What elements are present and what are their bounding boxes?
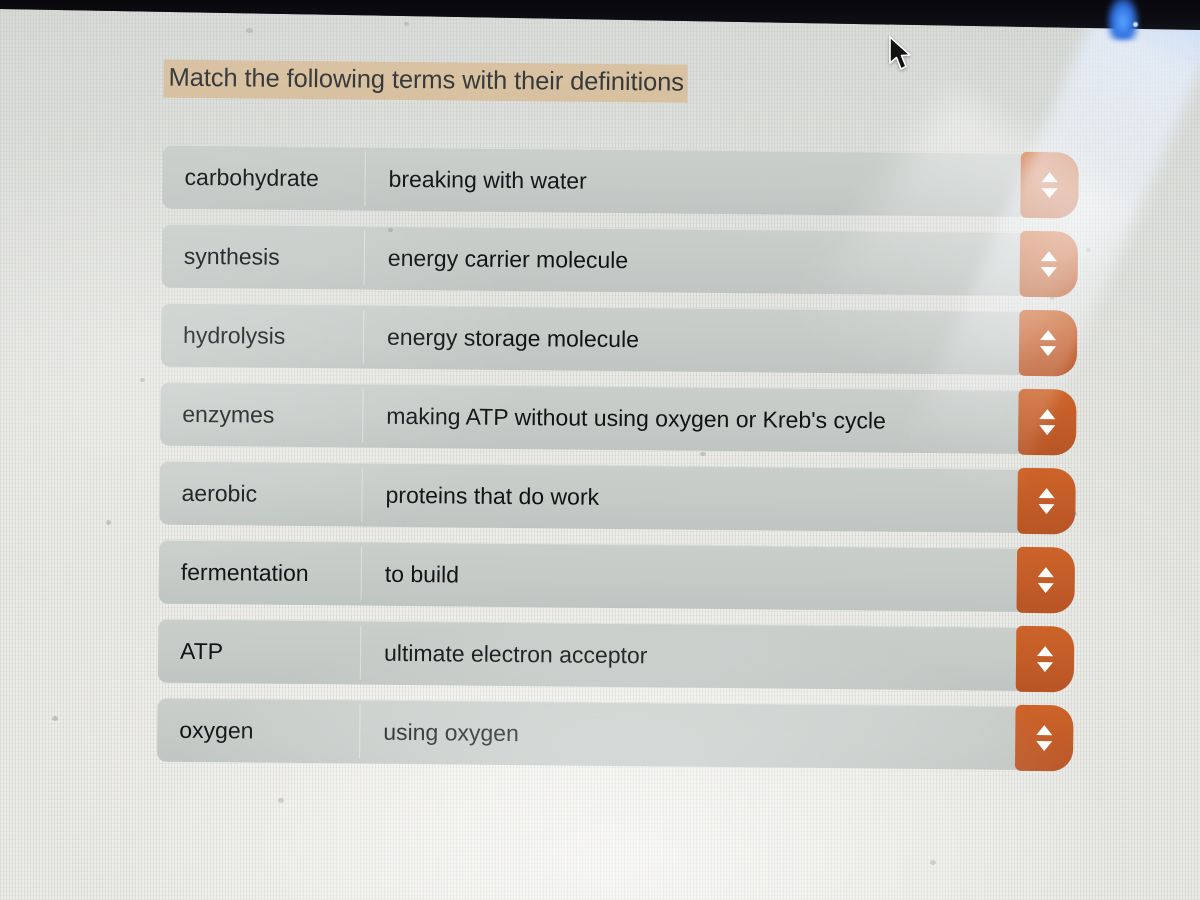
column-divider <box>360 546 363 601</box>
up-down-arrow-icon <box>1037 646 1054 673</box>
column-divider <box>362 388 364 443</box>
definition-label: breaking with water <box>388 165 587 194</box>
answer-select-spinner[interactable] <box>1017 388 1077 456</box>
term-label: fermentation <box>180 558 309 587</box>
term-label: enzymes <box>182 400 275 428</box>
column-divider <box>364 151 366 206</box>
term-label: oxygen <box>179 716 254 744</box>
answer-select-spinner[interactable] <box>1016 546 1076 614</box>
up-down-arrow-icon <box>1038 488 1055 515</box>
table-row: oxygen using oxygen <box>157 697 1074 772</box>
column-divider <box>361 467 363 522</box>
up-down-arrow-icon <box>1040 330 1057 357</box>
up-down-arrow-icon <box>1040 251 1057 278</box>
term-label: ATP <box>179 637 224 665</box>
up-down-arrow-icon <box>1037 567 1054 594</box>
mouse-arrow-cursor <box>889 36 911 70</box>
answer-select-spinner[interactable] <box>1014 704 1074 772</box>
screen-photograph: Match the following terms with their def… <box>0 0 1200 900</box>
definition-label: proteins that do work <box>385 481 600 510</box>
column-divider <box>359 704 361 759</box>
definition-label: to build <box>384 560 460 588</box>
answer-select-spinner[interactable] <box>1017 467 1076 535</box>
table-row: synthesis energy carrier molecule <box>161 223 1079 298</box>
term-label: hydrolysis <box>182 321 286 349</box>
up-down-arrow-icon <box>1039 409 1056 436</box>
answer-select-spinner[interactable] <box>1020 151 1079 219</box>
table-row: carbohydrate breaking with water <box>162 144 1079 219</box>
table-row: hydrolysis energy storage molecule <box>160 302 1078 377</box>
up-down-arrow-icon <box>1041 172 1058 199</box>
column-divider <box>363 230 366 285</box>
bezel-highlight-dot <box>1133 22 1138 27</box>
table-row: aerobic proteins that do work <box>159 460 1076 535</box>
matching-rows-list: carbohydrate breaking with water synthes… <box>157 144 1079 785</box>
term-label: synthesis <box>183 242 280 270</box>
table-row: ATP ultimate electron acceptor <box>157 618 1075 693</box>
answer-select-spinner[interactable] <box>1019 230 1079 298</box>
definition-label: energy carrier molecule <box>387 244 629 274</box>
term-label: aerobic <box>181 479 258 507</box>
table-row: fermentation to build <box>158 539 1076 614</box>
definition-label: making ATP without using oxygen or Kreb'… <box>386 402 887 434</box>
definition-label: energy storage molecule <box>386 323 640 353</box>
term-label: carbohydrate <box>184 163 319 192</box>
up-down-arrow-icon <box>1036 725 1053 752</box>
column-divider <box>359 625 362 680</box>
table-row: enzymes making ATP without using oxygen … <box>160 381 1077 456</box>
bezel-blue-reflection <box>1106 0 1140 40</box>
answer-select-spinner[interactable] <box>1015 625 1075 693</box>
column-divider <box>362 309 365 364</box>
definition-label: using oxygen <box>383 718 519 747</box>
answer-select-spinner[interactable] <box>1018 309 1078 377</box>
definition-label: ultimate electron acceptor <box>383 639 648 669</box>
page-title: Match the following terms with their def… <box>163 59 689 103</box>
quiz-page: Match the following terms with their def… <box>0 0 1200 900</box>
